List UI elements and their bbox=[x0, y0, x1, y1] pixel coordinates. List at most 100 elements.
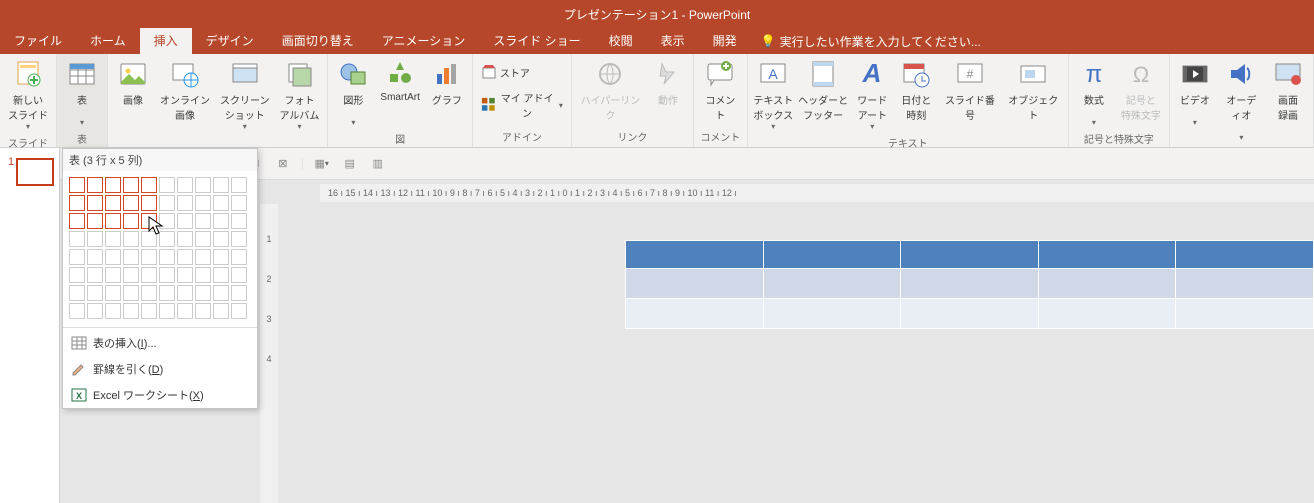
grid-cell[interactable] bbox=[87, 195, 103, 211]
table-button[interactable]: 表▾ bbox=[61, 56, 103, 129]
grid-cell[interactable] bbox=[87, 285, 103, 301]
grid-cell[interactable] bbox=[177, 267, 193, 283]
grid-cell[interactable] bbox=[159, 267, 175, 283]
tab-insert[interactable]: 挿入 bbox=[140, 28, 192, 54]
equation-button[interactable]: π 数式▾ bbox=[1073, 56, 1115, 129]
qat-button[interactable]: ⊠ bbox=[273, 154, 293, 174]
grid-cell[interactable] bbox=[231, 303, 247, 319]
smartart-button[interactable]: SmartArt bbox=[376, 56, 423, 105]
photo-album-button[interactable]: フォト アルバム▾ bbox=[276, 56, 324, 133]
grid-cell[interactable] bbox=[69, 249, 85, 265]
tab-developer[interactable]: 開発 bbox=[699, 28, 751, 54]
grid-cell[interactable] bbox=[141, 231, 157, 247]
chart-button[interactable]: グラフ bbox=[426, 56, 468, 109]
video-button[interactable]: ビデオ▾ bbox=[1174, 56, 1216, 129]
grid-cell[interactable] bbox=[69, 195, 85, 211]
hyperlink-button[interactable]: ハイパーリンク bbox=[576, 56, 645, 124]
grid-cell[interactable] bbox=[231, 195, 247, 211]
store-button[interactable]: ストア bbox=[477, 62, 534, 82]
grid-cell[interactable] bbox=[195, 177, 211, 193]
grid-cell[interactable] bbox=[141, 267, 157, 283]
grid-cell[interactable] bbox=[141, 177, 157, 193]
grid-cell[interactable] bbox=[87, 213, 103, 229]
grid-cell[interactable] bbox=[159, 213, 175, 229]
grid-cell[interactable] bbox=[69, 303, 85, 319]
grid-cell[interactable] bbox=[159, 285, 175, 301]
grid-cell[interactable] bbox=[159, 303, 175, 319]
grid-cell[interactable] bbox=[195, 267, 211, 283]
grid-cell[interactable] bbox=[177, 177, 193, 193]
grid-cell[interactable] bbox=[159, 231, 175, 247]
symbol-button[interactable]: Ω 記号と 特殊文字 bbox=[1117, 56, 1165, 124]
grid-cell[interactable] bbox=[195, 213, 211, 229]
tab-slideshow[interactable]: スライド ショー bbox=[479, 28, 594, 54]
grid-cell[interactable] bbox=[231, 231, 247, 247]
header-footer-button[interactable]: ヘッダーと フッター bbox=[797, 56, 849, 124]
grid-cell[interactable] bbox=[69, 285, 85, 301]
grid-cell[interactable] bbox=[213, 285, 229, 301]
grid-cell[interactable] bbox=[123, 213, 139, 229]
tab-file[interactable]: ファイル bbox=[0, 28, 76, 54]
slide-thumbnail-panel[interactable]: 1 bbox=[0, 148, 60, 503]
grid-cell[interactable] bbox=[177, 249, 193, 265]
grid-cell[interactable] bbox=[105, 267, 121, 283]
qat-button[interactable]: ▤ bbox=[340, 154, 360, 174]
grid-cell[interactable] bbox=[177, 213, 193, 229]
grid-cell[interactable] bbox=[69, 213, 85, 229]
grid-cell[interactable] bbox=[213, 231, 229, 247]
grid-cell[interactable] bbox=[141, 285, 157, 301]
grid-cell[interactable] bbox=[231, 285, 247, 301]
grid-cell[interactable] bbox=[159, 249, 175, 265]
grid-cell[interactable] bbox=[87, 267, 103, 283]
my-addins-button[interactable]: マイ アドイン ▾ bbox=[477, 88, 567, 122]
screenshot-button[interactable]: スクリーン ショット▾ bbox=[216, 56, 274, 133]
date-time-button[interactable]: 日付と 時刻 bbox=[895, 56, 937, 124]
grid-cell[interactable] bbox=[195, 249, 211, 265]
qat-button[interactable]: ▦ ▾ bbox=[312, 154, 332, 174]
grid-cell[interactable] bbox=[69, 231, 85, 247]
grid-cell[interactable] bbox=[87, 231, 103, 247]
grid-cell[interactable] bbox=[105, 231, 121, 247]
grid-cell[interactable] bbox=[105, 177, 121, 193]
grid-cell[interactable] bbox=[123, 249, 139, 265]
wordart-button[interactable]: A ワード アート▾ bbox=[851, 56, 893, 133]
grid-cell[interactable] bbox=[231, 213, 247, 229]
grid-cell[interactable] bbox=[213, 213, 229, 229]
grid-cell[interactable] bbox=[177, 285, 193, 301]
grid-cell[interactable] bbox=[69, 267, 85, 283]
grid-cell[interactable] bbox=[123, 285, 139, 301]
screen-recording-button[interactable]: 画面 録画 bbox=[1267, 56, 1309, 124]
grid-cell[interactable] bbox=[213, 195, 229, 211]
grid-cell[interactable] bbox=[105, 213, 121, 229]
tab-transition[interactable]: 画面切り替え bbox=[268, 28, 368, 54]
grid-cell[interactable] bbox=[213, 303, 229, 319]
textbox-button[interactable]: A テキスト ボックス▾ bbox=[752, 56, 795, 133]
grid-cell[interactable] bbox=[159, 195, 175, 211]
grid-cell[interactable] bbox=[231, 177, 247, 193]
tab-animation[interactable]: アニメーション bbox=[368, 28, 480, 54]
grid-cell[interactable] bbox=[87, 303, 103, 319]
grid-cell[interactable] bbox=[123, 303, 139, 319]
grid-cell[interactable] bbox=[213, 249, 229, 265]
insert-table-menuitem[interactable]: 表の挿入(I)... bbox=[63, 330, 257, 356]
shapes-button[interactable]: 図形▾ bbox=[332, 56, 374, 129]
grid-cell[interactable] bbox=[87, 249, 103, 265]
grid-cell[interactable] bbox=[123, 231, 139, 247]
pictures-button[interactable]: 画像 bbox=[112, 56, 154, 109]
grid-cell[interactable] bbox=[231, 267, 247, 283]
grid-cell[interactable] bbox=[141, 249, 157, 265]
grid-cell[interactable] bbox=[105, 249, 121, 265]
grid-cell[interactable] bbox=[105, 285, 121, 301]
object-button[interactable]: オブジェクト bbox=[1003, 56, 1064, 124]
grid-cell[interactable] bbox=[159, 177, 175, 193]
grid-cell[interactable] bbox=[195, 303, 211, 319]
grid-cell[interactable] bbox=[177, 303, 193, 319]
grid-cell[interactable] bbox=[105, 303, 121, 319]
slide-number-button[interactable]: # スライド番号 bbox=[939, 56, 1000, 124]
grid-cell[interactable] bbox=[141, 303, 157, 319]
grid-cell[interactable] bbox=[231, 249, 247, 265]
draw-table-menuitem[interactable]: 罫線を引く(D) bbox=[63, 356, 257, 382]
audio-button[interactable]: オーディオ▾ bbox=[1218, 56, 1265, 144]
tab-design[interactable]: デザイン bbox=[192, 28, 268, 54]
table-size-grid[interactable] bbox=[63, 171, 257, 325]
